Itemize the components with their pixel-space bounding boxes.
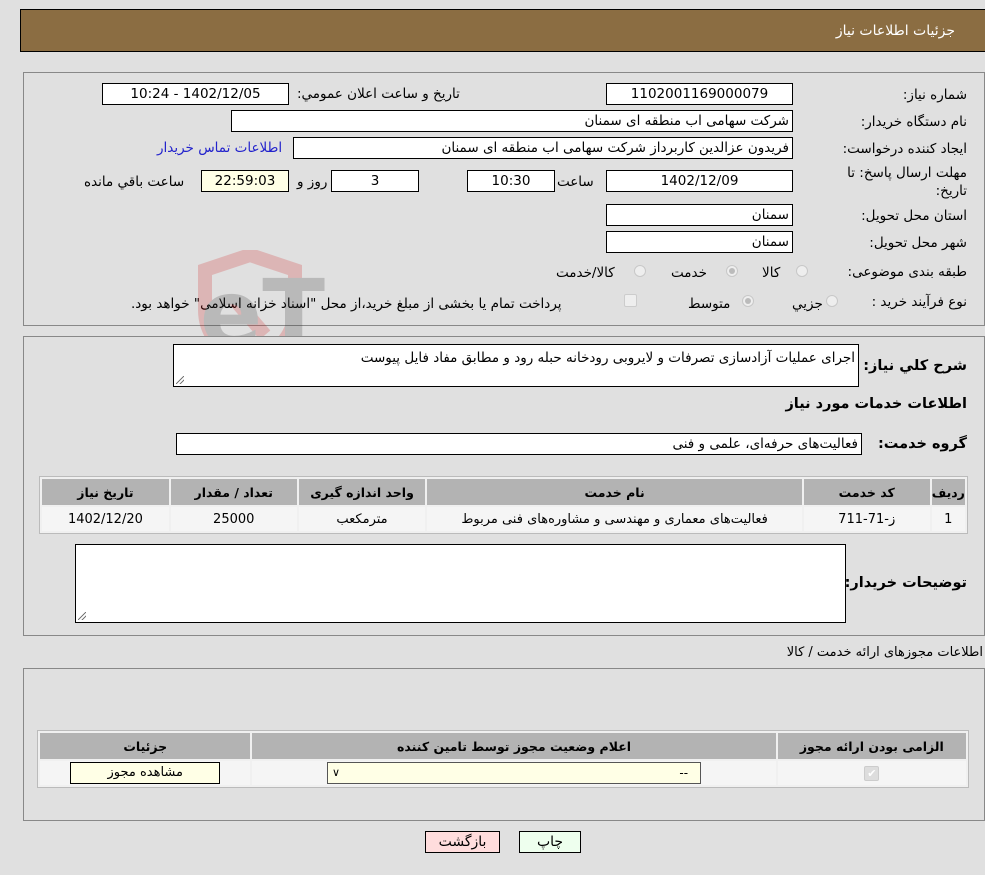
- col-permit-details: جزئیات: [40, 733, 251, 759]
- col-unit: واحد اندازه گیری: [298, 479, 426, 505]
- col-row: ردیف: [931, 479, 965, 505]
- resize-handle-icon[interactable]: [78, 612, 86, 620]
- treasury-note: پرداخت تمام یا بخشی از مبلغ خرید،از محل …: [131, 296, 562, 312]
- city-field[interactable]: سمنان: [606, 231, 793, 253]
- deadline-time-field[interactable]: 10:30: [467, 170, 555, 192]
- permits-title: اطلاعات مجوزهای ارائه خدمت / کالا: [786, 645, 983, 660]
- deadline-time-label: ساعت: [557, 174, 594, 190]
- permits-table: الزامی بودن ارائه مجوز اعلام وضعیت مجوز …: [37, 730, 969, 788]
- page-header: جزئیات اطلاعات نیاز: [20, 9, 985, 52]
- creator-label: ایجاد کننده درخواست:: [842, 141, 967, 157]
- province-field[interactable]: سمنان: [606, 204, 793, 226]
- col-service-code: کد خدمت: [803, 479, 930, 505]
- table-row: ✔ -- ∨ مشاهده مجوز: [40, 761, 966, 785]
- buyer-org-field[interactable]: شرکت سهامی اب منطقه ای سمنان: [231, 110, 793, 132]
- description-text: اجرای عملیات آزادسازی تصرفات و لایروبی ر…: [360, 350, 855, 366]
- description-label: شرح کلي نياز:: [863, 358, 967, 374]
- view-permit-button[interactable]: مشاهده مجوز: [70, 762, 221, 784]
- cell-unit: مترمکعب: [298, 507, 426, 531]
- days-label: روز و: [297, 174, 328, 190]
- services-table-header: ردیف کد خدمت نام خدمت واحد اندازه گیری ت…: [42, 479, 965, 505]
- deadline-date-field[interactable]: 1402/12/09: [606, 170, 793, 192]
- cell-permit-required: ✔: [777, 761, 966, 785]
- category-option-goods-service: کالا/خدمت: [556, 265, 615, 281]
- col-need-date: تاریخ نیاز: [42, 479, 169, 505]
- buyer-contact-link[interactable]: اطلاعات تماس خریدار: [157, 140, 282, 156]
- back-button[interactable]: بازگشت: [425, 831, 500, 853]
- category-radio-goods-service[interactable]: [634, 265, 646, 277]
- process-option-minor: جزيي: [792, 296, 823, 312]
- cell-permit-details: مشاهده مجوز: [40, 761, 251, 785]
- need-number-field[interactable]: 1102001169000079: [606, 83, 793, 105]
- col-permit-required: الزامی بودن ارائه مجوز: [777, 733, 966, 759]
- cell-need-date: 1402/12/20: [42, 507, 169, 531]
- buyer-org-label: نام دستگاه خریدار:: [860, 114, 967, 130]
- services-heading: اطلاعات خدمات مورد نیاز: [785, 396, 967, 412]
- permit-required-checkbox[interactable]: ✔: [864, 765, 880, 781]
- resize-handle-icon[interactable]: [176, 376, 184, 384]
- description-textarea[interactable]: اجرای عملیات آزادسازی تصرفات و لایروبی ر…: [173, 344, 859, 387]
- page-title: جزئیات اطلاعات نیاز: [835, 23, 955, 39]
- days-field[interactable]: 3: [331, 170, 419, 192]
- col-permit-status: اعلام وضعیت مجوز توسط تامین کننده: [252, 733, 776, 759]
- table-row: 1 ز-71-711 فعالیت‌های معماری و مهندسی و …: [42, 507, 965, 531]
- process-option-medium: متوسط: [688, 296, 731, 312]
- province-label: استان محل تحویل:: [861, 208, 967, 224]
- process-label: نوع فرآیند خرید :: [871, 294, 967, 310]
- cell-row: 1: [931, 507, 965, 531]
- remaining-label: ساعت باقي مانده: [84, 174, 185, 190]
- services-table: ردیف کد خدمت نام خدمت واحد اندازه گیری ت…: [39, 476, 968, 534]
- buyer-notes-label: توضیحات خریدار:: [844, 575, 967, 591]
- cell-quantity: 25000: [170, 507, 297, 531]
- category-radio-goods[interactable]: [796, 265, 808, 277]
- remaining-time-field: 22:59:03: [201, 170, 289, 192]
- print-button[interactable]: چاپ: [519, 831, 581, 853]
- service-group-label: گروه خدمت:: [877, 436, 967, 452]
- cell-service-name: فعالیت‌های معماری و مهندسی و مشاوره‌های …: [427, 507, 802, 531]
- col-service-name: نام خدمت: [427, 479, 802, 505]
- process-radio-medium[interactable]: [742, 295, 754, 307]
- chevron-down-icon: ∨: [332, 766, 341, 779]
- category-option-service: خدمت: [671, 265, 707, 281]
- category-radio-service[interactable]: [726, 265, 738, 277]
- buyer-notes-textarea[interactable]: [75, 544, 846, 623]
- permit-status-select[interactable]: -- ∨: [327, 762, 702, 784]
- deadline-label: مهلت ارسال پاسخ: تا تاریخ:: [847, 165, 967, 199]
- treasury-checkbox[interactable]: [624, 294, 637, 307]
- announce-label: تاريخ و ساعت اعلان عمومي:: [297, 86, 460, 102]
- col-quantity: تعداد / مقدار: [170, 479, 297, 505]
- service-group-field[interactable]: فعالیت‌های حرفه‌ای، علمی و فنی: [176, 433, 862, 455]
- permits-table-header: الزامی بودن ارائه مجوز اعلام وضعیت مجوز …: [40, 733, 966, 759]
- process-radio-minor[interactable]: [826, 295, 838, 307]
- permit-status-value: --: [679, 766, 689, 780]
- cell-permit-status: -- ∨: [252, 761, 776, 785]
- need-number-label: شماره نیاز:: [902, 87, 967, 103]
- announce-datetime-field[interactable]: 1402/12/05 - 10:24: [102, 83, 289, 105]
- cell-service-code: ز-71-711: [803, 507, 930, 531]
- category-label: طبقه بندی موضوعی:: [847, 264, 967, 280]
- city-label: شهر محل تحویل:: [869, 235, 967, 251]
- category-option-goods: کالا: [762, 265, 781, 281]
- creator-field[interactable]: فریدون عزالدین کاربرداز شرکت سهامی اب من…: [293, 137, 793, 159]
